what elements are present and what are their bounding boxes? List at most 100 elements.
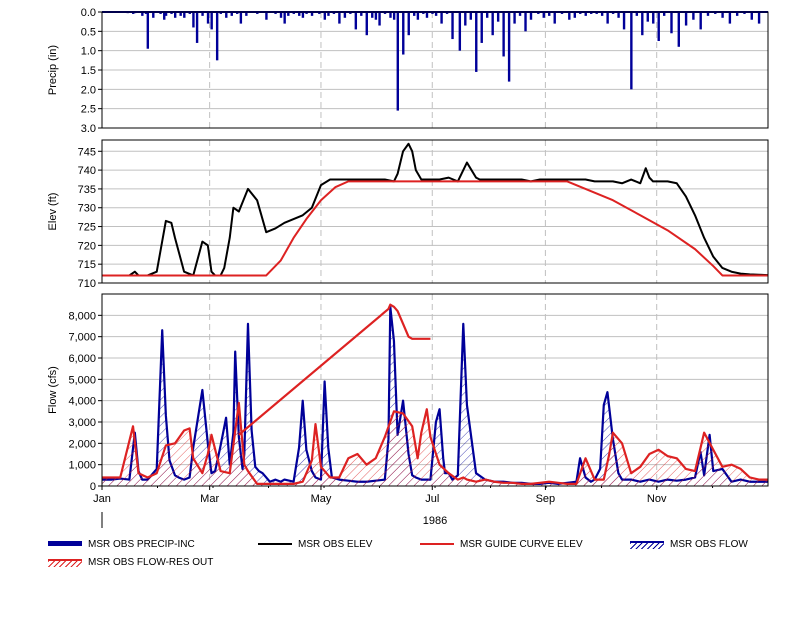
precip-bar: [210, 12, 213, 30]
precip-bar: [568, 12, 571, 20]
precip-bar: [496, 12, 500, 22]
precip-bar: [475, 12, 478, 72]
precip-bar: [323, 12, 327, 20]
legend-item-guide: MSR GUIDE CURVE ELEV: [420, 536, 583, 552]
legend: MSR OBS PRECIP-INC MSR OBS ELEV MSR GUID…: [0, 530, 800, 580]
y-tick-label: 745: [78, 146, 96, 158]
x-tick-label: May: [311, 493, 332, 505]
precip-bar: [206, 12, 210, 24]
y-tick-label: 715: [78, 259, 96, 271]
precip-bar: [440, 12, 443, 24]
y-tick-label: 740: [78, 165, 96, 177]
y-tick-label: 6,000: [68, 353, 96, 365]
legend-item-elev: MSR OBS ELEV: [258, 536, 372, 552]
legend-label-guide: MSR GUIDE CURVE ELEV: [460, 538, 583, 550]
legend-swatch-guide: [420, 539, 454, 549]
precip-bar: [215, 12, 219, 61]
precip-bar: [451, 12, 454, 40]
y-tick-label: 5,000: [68, 374, 96, 386]
precip-bar: [513, 12, 516, 24]
legend-label-resout: MSR OBS FLOW-RES OUT: [88, 556, 214, 568]
y-tick-label: 4,000: [68, 396, 96, 408]
precip-bar: [365, 12, 368, 36]
precip-bar: [641, 12, 644, 36]
precip-bar: [630, 12, 633, 90]
precip-bar: [480, 12, 483, 43]
legend-item-resout: MSR OBS FLOW-RES OUT: [48, 554, 213, 570]
precip-bar: [502, 12, 505, 57]
precip-bar: [507, 12, 511, 82]
precip-bar: [529, 12, 533, 20]
y-tick-label: 730: [78, 203, 96, 215]
plot-area: [102, 140, 768, 283]
precip-bar: [378, 12, 381, 26]
y-tick-label: 3,000: [68, 417, 96, 429]
precip-bar: [670, 12, 673, 34]
y-tick-label: 2.5: [81, 104, 96, 116]
precip-bar: [646, 12, 649, 22]
precip-bar: [402, 12, 405, 55]
y-axis-label: Precip (in): [47, 45, 59, 95]
precip-bar: [652, 12, 655, 24]
precip-bar: [338, 12, 341, 24]
precip-bar: [750, 12, 753, 20]
x-tick-label: Mar: [200, 493, 219, 505]
y-tick-label: 1,000: [68, 460, 96, 472]
precip-bar: [677, 12, 680, 47]
precip-bar: [265, 12, 268, 20]
legend-item-flow: MSR OBS FLOW: [630, 536, 748, 552]
legend-swatch-elev: [258, 539, 292, 549]
legend-swatch-flow: [630, 541, 664, 549]
y-tick-label: 8,000: [68, 310, 96, 322]
y-tick-label: 3.0: [81, 123, 96, 135]
precip-bar: [195, 12, 199, 43]
hydrograph-chart: 0.0 0.5 1.0 1.5 2.0 2.5 3.0 Precip (in) 710 715 72…: [47, 7, 769, 528]
precip-bar: [692, 12, 695, 20]
precip-bar: [354, 12, 358, 30]
legend-label-elev: MSR OBS ELEV: [298, 538, 373, 550]
x-tick-label: Jan: [93, 493, 111, 505]
precip-bar: [469, 12, 472, 20]
legend-swatch-precip: [48, 539, 82, 549]
x-tick-label: Nov: [647, 493, 667, 505]
precip-bar: [283, 12, 286, 24]
y-tick-label: 1.5: [81, 65, 96, 77]
legend-swatch-resout: [48, 559, 82, 567]
precip-bar: [553, 12, 556, 24]
y-tick-label: 2.0: [81, 84, 96, 96]
precip-bar: [392, 12, 396, 20]
y-tick-label: 0.5: [81, 26, 96, 38]
panel-2: 710 715 720 725 730 735 740 745 Elev (ft): [47, 139, 769, 290]
precip-bar: [396, 12, 399, 111]
x-tick-label: Jul: [425, 493, 439, 505]
precip-bar: [757, 12, 761, 24]
precip-bar: [657, 12, 660, 41]
precip-bar: [699, 12, 702, 30]
y-tick-label: 735: [78, 184, 96, 196]
y-tick-label: 7,000: [68, 332, 96, 344]
precip-bar: [606, 12, 609, 24]
y-tick-label: 725: [78, 222, 96, 234]
y-tick-label: 2,000: [68, 438, 96, 450]
panel-1: 0.0 0.5 1.0 1.5 2.0 2.5 3.0 Precip (in): [47, 7, 769, 135]
precip-bar: [684, 12, 688, 26]
precip-bar: [374, 12, 378, 20]
precip-bar: [146, 12, 150, 49]
precip-bar: [622, 12, 626, 30]
precip-bar: [416, 12, 420, 20]
y-tick-label: 1.0: [81, 46, 96, 58]
y-tick-label: 0: [90, 481, 96, 493]
legend-label-precip: MSR OBS PRECIP-INC: [88, 538, 195, 550]
precip-bar: [407, 12, 410, 36]
precip-bar: [458, 12, 462, 51]
legend-item-precip: MSR OBS PRECIP-INC: [48, 536, 195, 552]
y-tick-label: 710: [78, 278, 96, 290]
x-year-label: 1986: [423, 515, 447, 527]
y-tick-label: 720: [78, 240, 96, 252]
precip-bar: [192, 12, 195, 28]
y-axis-label: Flow (cfs): [47, 366, 59, 414]
y-axis-label: Elev (ft): [47, 193, 59, 231]
precip-bar: [464, 12, 467, 26]
precip-bar: [491, 12, 494, 36]
panel-3: 0 1,000 2,000 3,000 4,000 5,000 6,000 7,000 8,00…: [47, 293, 769, 493]
